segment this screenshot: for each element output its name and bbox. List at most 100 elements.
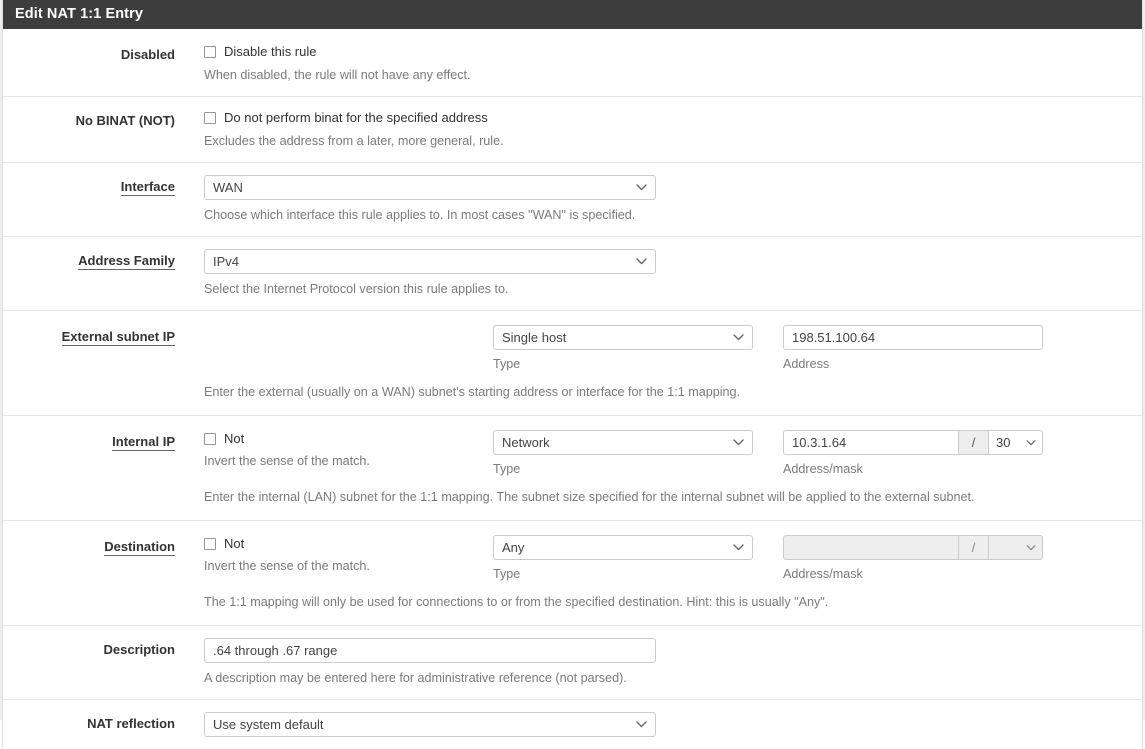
input-group-internal-address-mask: 10.3.1.64 / 30 — [783, 430, 1043, 455]
help-no-binat: Excludes the address from a later, more … — [204, 134, 504, 148]
checkbox-destination-not[interactable]: Not — [204, 535, 493, 552]
chevron-down-icon — [733, 431, 744, 454]
form-row-address-family: Address Family IPv4 Select the Internet … — [3, 237, 1142, 311]
help-internal-ip: Enter the internal (LAN) subnet for the … — [204, 490, 975, 504]
label-nat-reflection-text: NAT reflection — [87, 716, 175, 731]
label-destination-text: Destination — [104, 539, 175, 556]
label-no-binat-text: No BINAT (NOT) — [75, 113, 175, 128]
select-destination-type[interactable]: Any — [493, 535, 753, 560]
help-internal-not: Invert the sense of the match. — [204, 454, 370, 468]
field-address-family: IPv4 Select the Internet Protocol versio… — [175, 249, 1142, 298]
select-address-family-value: IPv4 — [213, 254, 240, 269]
chevron-down-icon — [1026, 431, 1036, 454]
checkbox-destination-not-box[interactable] — [204, 537, 216, 550]
form-row-external-subnet-ip: External subnet IP Single host Type 198.… — [3, 311, 1142, 416]
select-destination-mask — [988, 535, 1043, 560]
select-internal-mask[interactable]: 30 — [988, 430, 1043, 455]
panel-title: Edit NAT 1:1 Entry — [3, 0, 1142, 29]
checkbox-no-binat[interactable]: Do not perform binat for the specified a… — [204, 109, 1142, 126]
chevron-down-icon — [636, 250, 647, 273]
select-internal-type[interactable]: Network — [493, 430, 753, 455]
internal-ip-not-col: Not Invert the sense of the match. — [204, 430, 493, 468]
checkbox-internal-not[interactable]: Not — [204, 430, 493, 447]
chevron-down-icon — [636, 176, 647, 199]
checkbox-no-binat-box[interactable] — [204, 111, 216, 124]
field-external-subnet-ip: Single host Type 198.51.100.64 Address E… — [175, 325, 1142, 401]
form-row-no-binat: No BINAT (NOT) Do not perform binat for … — [3, 97, 1142, 163]
label-external-subnet-ip-text: External subnet IP — [61, 329, 175, 346]
edit-nat-panel: Edit NAT 1:1 Entry Disabled Disable this… — [2, 0, 1143, 749]
internal-ip-columns: Not Invert the sense of the match. Netwo… — [204, 430, 1142, 476]
input-description[interactable]: .64 through .67 range — [204, 638, 656, 663]
input-group-destination-address-mask: / — [783, 535, 1043, 560]
select-internal-type-value: Network — [502, 435, 550, 450]
external-subnet-ip-type-col: Single host Type — [493, 325, 783, 371]
form-body: Disabled Disable this rule When disabled… — [3, 29, 1142, 749]
page-root: Edit NAT 1:1 Entry Disabled Disable this… — [0, 0, 1145, 749]
input-destination-address — [783, 535, 958, 560]
select-address-family[interactable]: IPv4 — [204, 249, 656, 274]
checkbox-disable-rule-box[interactable] — [204, 45, 216, 58]
checkbox-disable-rule-label[interactable]: Disable this rule — [224, 44, 317, 59]
destination-address-col: / Address/mask — [783, 535, 1043, 581]
form-row-destination: Destination Not Invert the sense of the … — [3, 521, 1142, 626]
form-row-interface: Interface WAN Choose which interface thi… — [3, 163, 1142, 237]
destination-mask-separator: / — [958, 535, 988, 560]
label-description-text: Description — [103, 642, 175, 657]
input-internal-address[interactable]: 10.3.1.64 — [783, 430, 958, 455]
form-row-internal-ip: Internal IP Not Invert the sense of the … — [3, 416, 1142, 521]
help-destination-not: Invert the sense of the match. — [204, 559, 370, 573]
sublabel-destination-address: Address/mask — [783, 567, 863, 581]
select-destination-type-value: Any — [502, 540, 525, 555]
label-disabled: Disabled — [3, 43, 175, 62]
help-address-family: Select the Internet Protocol version thi… — [204, 282, 509, 296]
label-destination: Destination — [3, 535, 175, 556]
destination-type-col: Any Type — [493, 535, 783, 581]
label-no-binat: No BINAT (NOT) — [3, 109, 175, 128]
checkbox-destination-not-label[interactable]: Not — [224, 536, 244, 551]
field-destination: Not Invert the sense of the match. Any T… — [175, 535, 1142, 611]
help-destination: The 1:1 mapping will only be used for co… — [204, 595, 829, 609]
help-description: A description may be entered here for ad… — [204, 671, 627, 685]
label-disabled-text: Disabled — [120, 47, 175, 62]
chevron-down-icon — [733, 536, 744, 559]
form-row-disabled: Disabled Disable this rule When disabled… — [3, 29, 1142, 97]
sublabel-destination-type: Type — [493, 567, 521, 581]
select-interface[interactable]: WAN — [204, 175, 656, 200]
select-nat-reflection[interactable]: Use system default — [204, 712, 656, 737]
internal-ip-type-col: Network Type — [493, 430, 783, 476]
select-external-type[interactable]: Single host — [493, 325, 753, 350]
label-address-family-text: Address Family — [78, 253, 175, 270]
sublabel-internal-address: Address/mask — [783, 462, 863, 476]
input-external-address[interactable]: 198.51.100.64 — [783, 325, 1043, 350]
label-internal-ip: Internal IP — [3, 430, 175, 451]
field-nat-reflection: Use system default — [175, 712, 1142, 737]
checkbox-internal-not-box[interactable] — [204, 432, 216, 445]
field-internal-ip: Not Invert the sense of the match. Netwo… — [175, 430, 1142, 506]
sublabel-internal-type: Type — [493, 462, 521, 476]
form-row-nat-reflection: NAT reflection Use system default — [3, 700, 1142, 749]
label-internal-ip-text: Internal IP — [112, 434, 175, 451]
destination-not-col: Not Invert the sense of the match. — [204, 535, 493, 573]
select-nat-reflection-value: Use system default — [213, 717, 324, 732]
sublabel-external-address: Address — [783, 357, 830, 371]
field-interface: WAN Choose which interface this rule app… — [175, 175, 1142, 224]
label-description: Description — [3, 638, 175, 657]
checkbox-internal-not-label[interactable]: Not — [224, 431, 244, 446]
checkbox-disable-rule[interactable]: Disable this rule — [204, 43, 1142, 60]
label-interface: Interface — [3, 175, 175, 196]
field-disabled: Disable this rule When disabled, the rul… — [175, 43, 1142, 84]
help-external-subnet-ip: Enter the external (usually on a WAN) su… — [204, 385, 741, 399]
field-description: .64 through .67 range A description may … — [175, 638, 1142, 687]
external-subnet-ip-address-col: 198.51.100.64 Address — [783, 325, 1043, 371]
sublabel-external-type: Type — [493, 357, 521, 371]
external-subnet-ip-columns: Single host Type 198.51.100.64 Address — [204, 325, 1142, 371]
label-external-subnet-ip: External subnet IP — [3, 325, 175, 346]
checkbox-no-binat-label[interactable]: Do not perform binat for the specified a… — [224, 110, 488, 125]
select-interface-value: WAN — [213, 180, 243, 195]
form-row-description: Description .64 through .67 range A desc… — [3, 626, 1142, 700]
help-disabled: When disabled, the rule will not have an… — [204, 68, 471, 82]
destination-columns: Not Invert the sense of the match. Any T… — [204, 535, 1142, 581]
internal-ip-address-col: 10.3.1.64 / 30 Address/mask — [783, 430, 1043, 476]
help-interface: Choose which interface this rule applies… — [204, 208, 636, 222]
